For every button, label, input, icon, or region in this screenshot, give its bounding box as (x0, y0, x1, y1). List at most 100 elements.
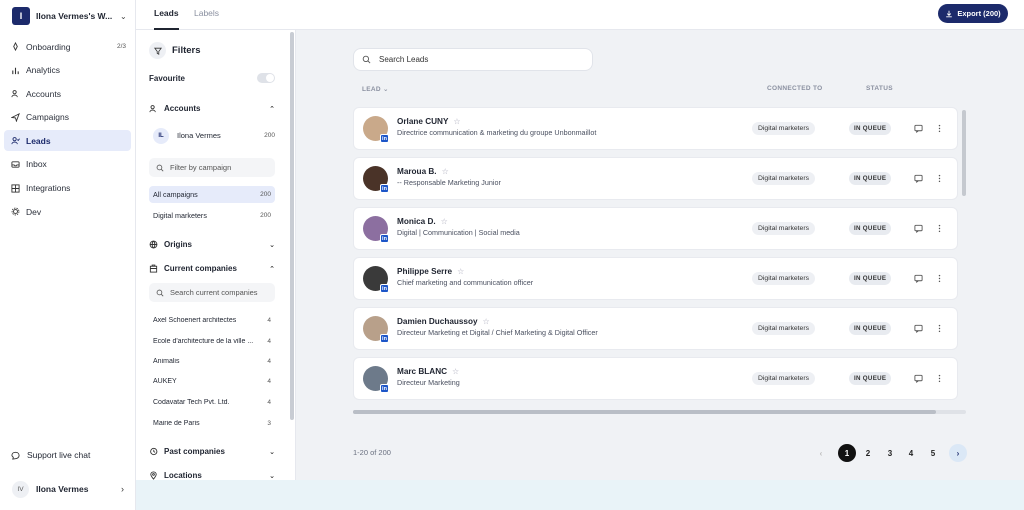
page-button-1[interactable]: 1 (838, 444, 856, 462)
linkedin-icon: in (380, 184, 389, 193)
account-filter-item[interactable]: IL Ilona Vermes 200 (153, 126, 275, 145)
campaign-chip[interactable]: Digital marketers (752, 172, 815, 185)
table-row[interactable]: in Monica D. ☆ Digital | Communication | … (353, 207, 958, 250)
company-search-input[interactable]: Search current companies (149, 283, 275, 302)
company-filter-item[interactable]: Axel Schoenert architectes 4 (153, 314, 271, 326)
campaign-chip[interactable]: Digital marketers (752, 222, 815, 235)
company-search-placeholder: Search current companies (170, 288, 258, 297)
lead-name-cell: Maroua B. ☆ (397, 167, 449, 176)
star-icon[interactable]: ☆ (457, 267, 464, 276)
previous-page-button[interactable]: ‹ (812, 444, 830, 462)
past-companies-section-label: Past companies (164, 447, 225, 456)
lead-name[interactable]: Damien Duchaussoy (397, 317, 478, 326)
message-icon[interactable] (914, 374, 923, 384)
more-options-icon[interactable] (935, 224, 944, 233)
favourite-toggle[interactable] (257, 73, 275, 83)
more-options-icon[interactable] (935, 274, 944, 283)
page-button-2[interactable]: 2 (859, 444, 877, 462)
download-icon (946, 10, 953, 17)
account-count: 200 (264, 132, 275, 139)
message-icon[interactable] (914, 224, 923, 234)
message-icon[interactable] (914, 124, 923, 134)
sidebar-item-label: Accounts (26, 88, 61, 99)
lead-name-cell: Philippe Serre ☆ (397, 267, 464, 276)
origins-section-header[interactable]: Origins ⌄ (149, 240, 275, 249)
campaign-chip[interactable]: Digital marketers (752, 122, 815, 135)
accounts-section-header[interactable]: Accounts ⌃ (149, 104, 275, 113)
support-live-chat-link[interactable]: Support live chat (11, 450, 90, 460)
message-icon[interactable] (914, 324, 923, 334)
lead-name[interactable]: Monica D. (397, 217, 436, 226)
message-icon[interactable] (914, 174, 923, 184)
page-button-4[interactable]: 4 (902, 444, 920, 462)
company-filter-item[interactable]: AUKEY 4 (153, 375, 271, 387)
campaign-chip[interactable]: Digital marketers (752, 272, 815, 285)
star-icon[interactable]: ☆ (453, 117, 460, 126)
lead-name[interactable]: Orlane CUNY (397, 117, 448, 126)
company-filter-item[interactable]: Mairie de Paris 3 (153, 417, 271, 429)
sidebar-item-inbox[interactable]: Inbox (4, 154, 131, 175)
sort-chevron-icon: ⌄ (383, 86, 389, 93)
table-row[interactable]: in Orlane CUNY ☆ Directrice communication… (353, 107, 958, 150)
locations-section-header[interactable]: Locations ⌄ (149, 471, 275, 480)
avatar: IL (153, 127, 169, 144)
leads-horizontal-scrollbar[interactable] (353, 410, 936, 414)
table-row[interactable]: in Maroua B. ☆ -- Responsable Marketing J… (353, 157, 958, 200)
company-filter-item[interactable]: Animalis 4 (153, 355, 271, 367)
next-page-button[interactable]: › (949, 444, 967, 462)
company-count: 4 (267, 357, 271, 365)
sidebar-item-accounts[interactable]: Accounts (4, 83, 131, 104)
page-button-3[interactable]: 3 (881, 444, 899, 462)
table-row[interactable]: in Marc BLANC ☆ Directeur Marketing Digit… (353, 357, 958, 400)
more-options-icon[interactable] (935, 124, 944, 133)
sidebar-item-label: Integrations (26, 183, 71, 194)
campaign-filter-item[interactable]: Digital marketers 200 (149, 207, 275, 224)
campaign-filter-item[interactable]: All campaigns 200 (149, 186, 275, 203)
filter-icon (149, 42, 166, 59)
past-companies-section-header[interactable]: Past companies ⌄ (149, 447, 275, 456)
star-icon[interactable]: ☆ (442, 167, 449, 176)
sidebar-item-label: Leads (26, 135, 51, 146)
sidebar-item-dev[interactable]: Dev (4, 201, 131, 222)
campaign-name: All campaigns (153, 190, 198, 199)
campaign-chip[interactable]: Digital marketers (752, 322, 815, 335)
sidebar-item-analytics[interactable]: Analytics (4, 60, 131, 81)
workspace-switcher[interactable]: I Ilona Vermes's W... ⌄ (12, 7, 130, 25)
sidebar-item-integrations[interactable]: Integrations (4, 178, 131, 199)
more-options-icon[interactable] (935, 324, 944, 333)
table-row[interactable]: in Damien Duchaussoy ☆ Directeur Marketin… (353, 307, 958, 350)
page-button-5[interactable]: 5 (924, 444, 942, 462)
table-row[interactable]: in Philippe Serre ☆ Chief marketing and c… (353, 257, 958, 300)
column-header-connected: CONNECTED TO (767, 85, 823, 92)
leads-main-area: Search Leads LEAD ⌄ CONNECTED TO STATUS … (296, 30, 1024, 480)
star-icon[interactable]: ☆ (452, 367, 459, 376)
linkedin-icon: in (380, 334, 389, 343)
export-button[interactable]: Export (200) (938, 4, 1008, 23)
star-icon[interactable]: ☆ (483, 317, 490, 326)
tab-labels[interactable]: Labels (194, 8, 219, 18)
company-filter-item[interactable]: École d'architecture de la ville ... 4 (153, 335, 271, 347)
column-header-lead[interactable]: LEAD ⌄ (362, 85, 389, 93)
campaign-chip[interactable]: Digital marketers (752, 372, 815, 385)
search-leads-input[interactable]: Search Leads (353, 48, 593, 71)
sidebar-item-leads[interactable]: Leads (4, 130, 131, 152)
star-icon[interactable]: ☆ (441, 217, 448, 226)
user-menu[interactable]: IV Ilona Vermes › (12, 480, 124, 498)
company-filter-item[interactable]: Codavatar Tech Pvt. Ltd. 4 (153, 396, 271, 408)
message-icon[interactable] (914, 274, 923, 284)
campaign-filter-input[interactable]: Filter by campaign (149, 158, 275, 177)
filters-scrollbar[interactable] (290, 32, 294, 420)
more-options-icon[interactable] (935, 374, 944, 383)
lead-name[interactable]: Marc BLANC (397, 367, 447, 376)
lead-name[interactable]: Philippe Serre (397, 267, 452, 276)
more-options-icon[interactable] (935, 174, 944, 183)
tab-leads[interactable]: Leads (154, 8, 179, 18)
lead-name-cell: Orlane CUNY ☆ (397, 117, 461, 126)
sidebar-item-onboarding[interactable]: Onboarding 2/3 (4, 36, 131, 57)
chevron-down-icon: ⌄ (269, 448, 275, 456)
status-badge: IN QUEUE (849, 322, 892, 335)
lead-name[interactable]: Maroua B. (397, 167, 437, 176)
leads-vertical-scrollbar[interactable] (962, 110, 966, 196)
sidebar-item-campaigns[interactable]: Campaigns (4, 107, 131, 128)
current-companies-section-header[interactable]: Current companies ⌃ (149, 264, 275, 273)
